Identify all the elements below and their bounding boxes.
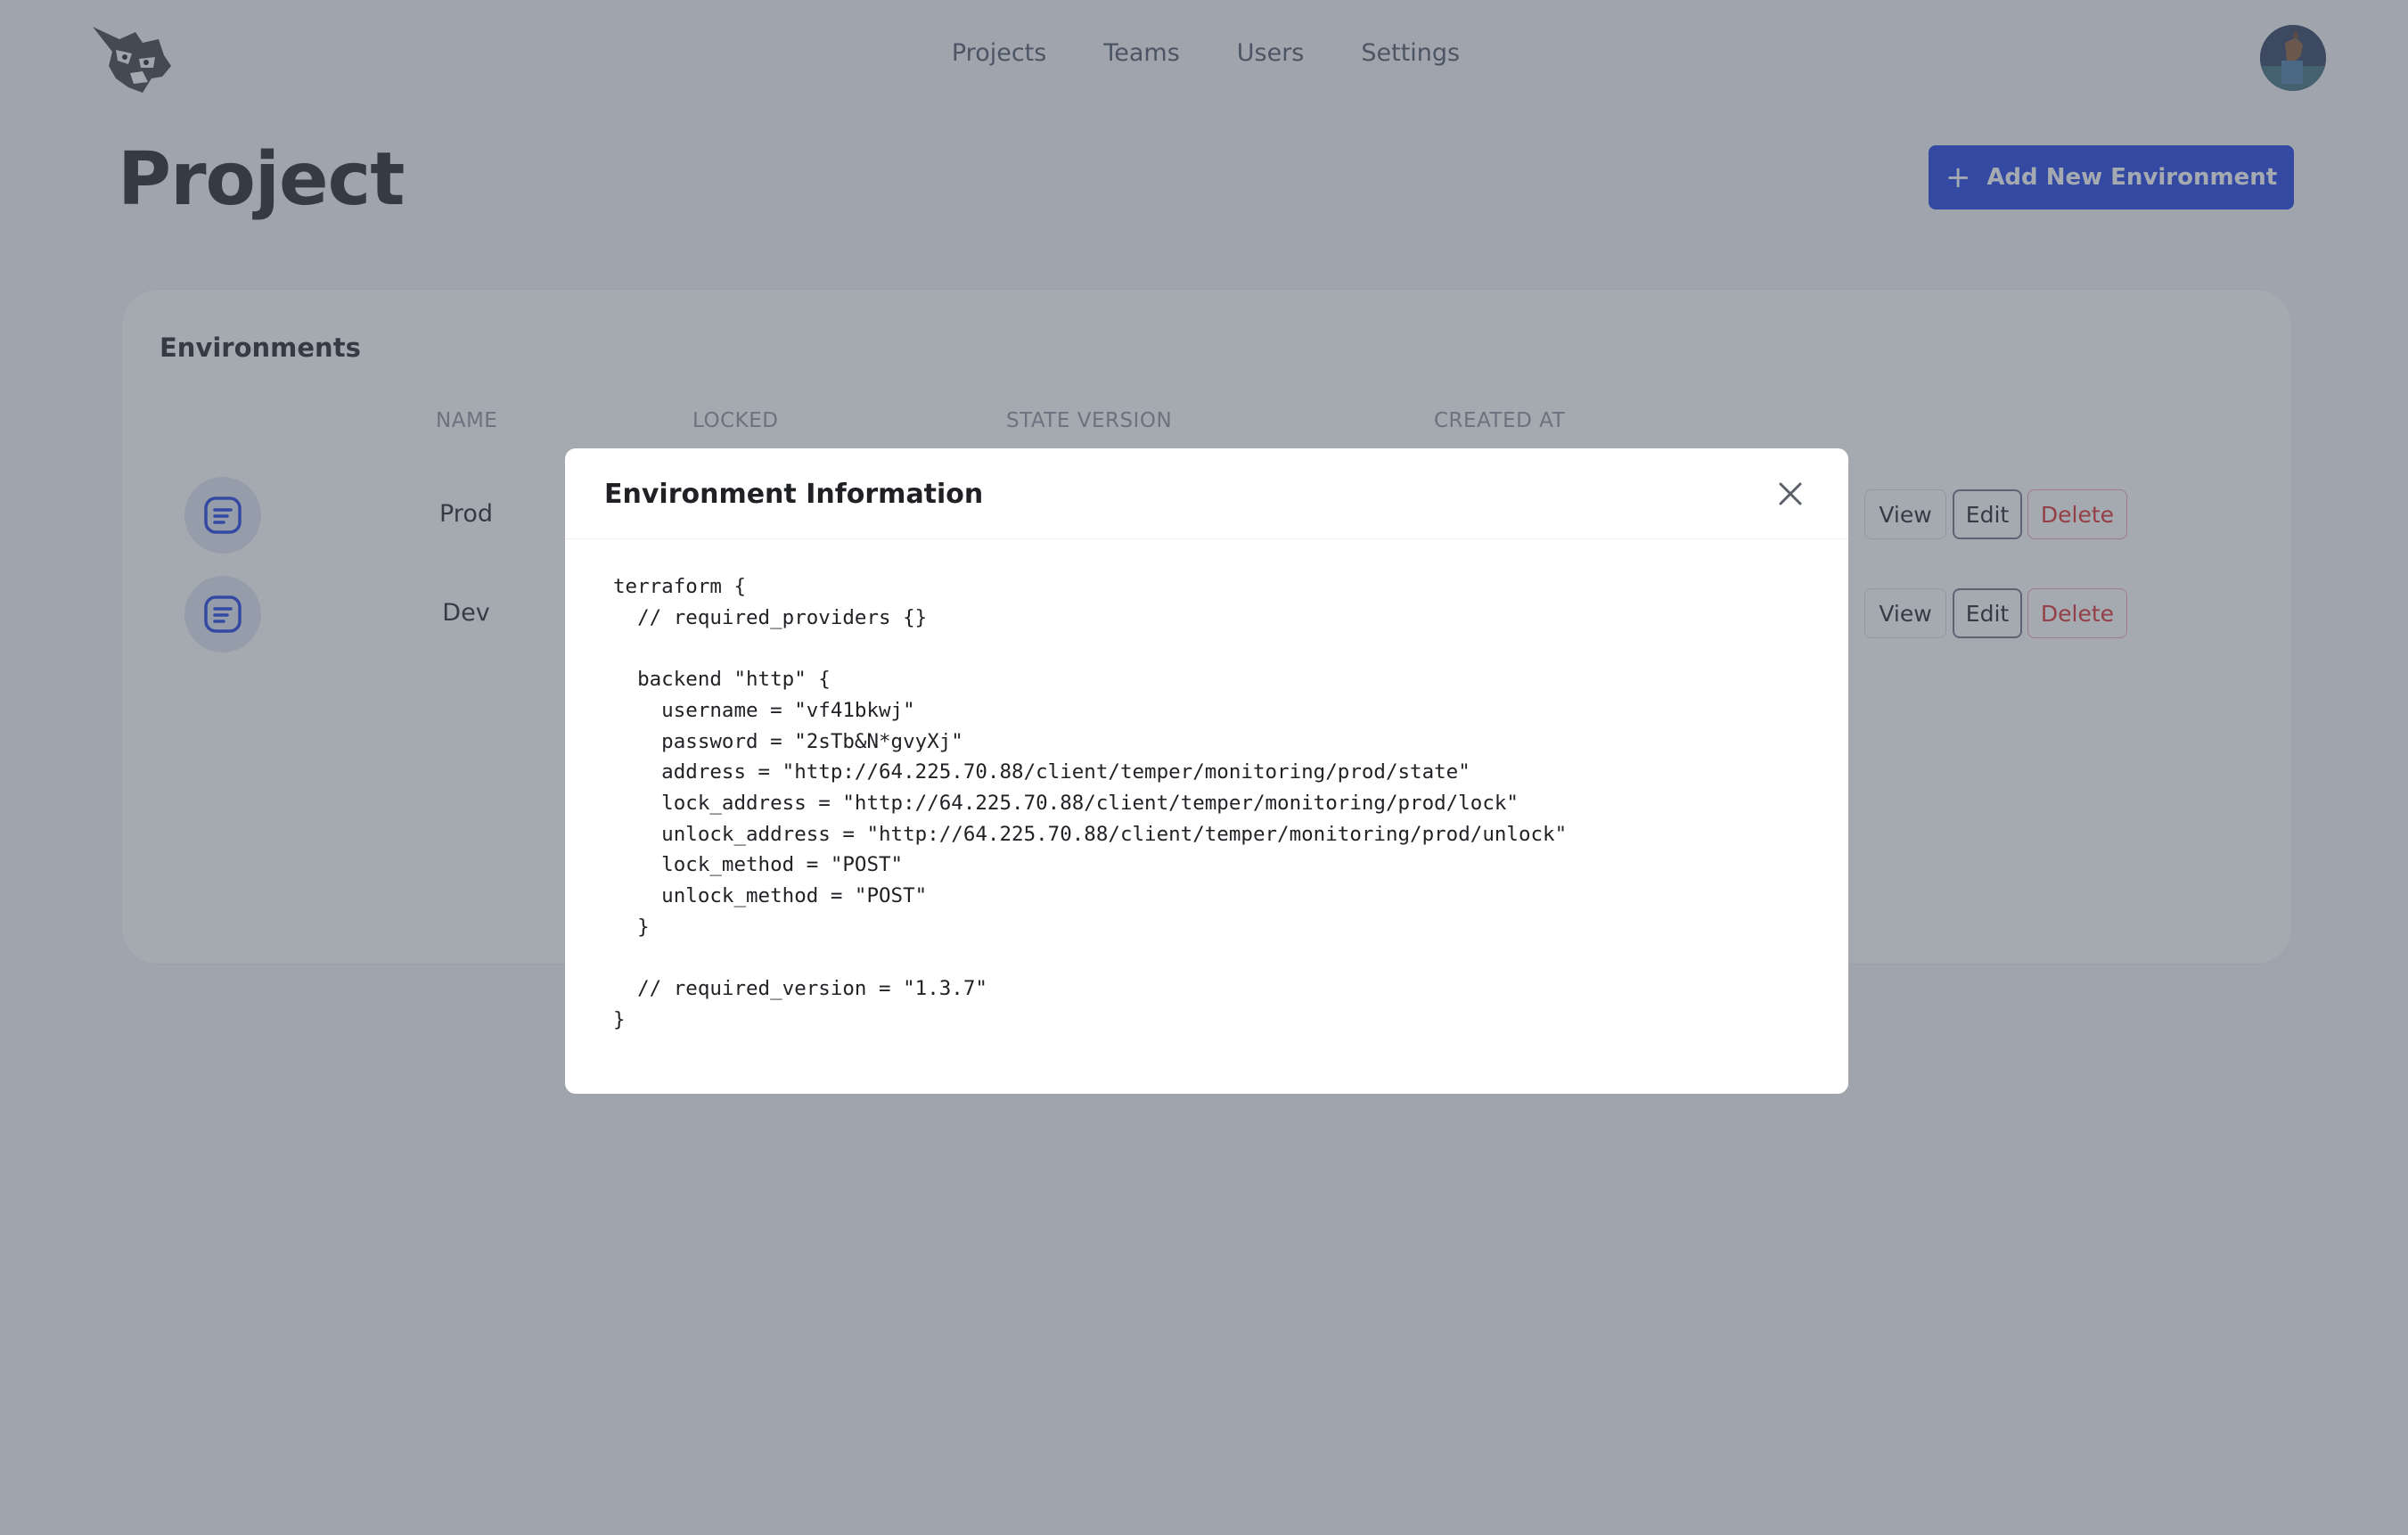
- page: Projects Teams Users Settings Project + …: [0, 0, 2408, 1535]
- modal-title: Environment Information: [604, 479, 984, 510]
- terraform-config-code: terraform { // required_providers {} bac…: [613, 575, 1568, 1031]
- modal-header: Environment Information: [565, 448, 1848, 539]
- environment-info-modal: Environment Information terraform { // r…: [565, 448, 1848, 1094]
- close-icon[interactable]: [1775, 479, 1806, 509]
